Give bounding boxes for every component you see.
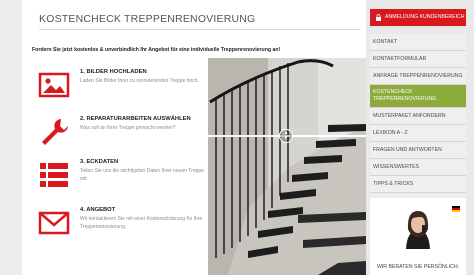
step-upload-images[interactable]: 1. BILDER HOCHLADEN Laden Sie Bilder Ihr…	[37, 68, 212, 108]
image-icon	[37, 68, 71, 102]
stair-photo-image	[208, 58, 366, 275]
step-key-data[interactable]: 3. ECKDATEN Teilen Sie uns die wichtigst…	[37, 158, 212, 198]
intro-text: Fordern Sie jetzt kostenlos & unverbindl…	[32, 47, 281, 53]
page-title: KOSTENCHECK TREPPENRENOVIERUNG	[39, 13, 256, 25]
envelope-icon	[37, 206, 71, 240]
sidebar-item-musterpaket[interactable]: MUSTERPAKET ANFORDERN	[370, 108, 466, 125]
customer-login-label: ANMELDUNG KUNDENBEREICH	[385, 14, 465, 20]
page-left-margin	[0, 0, 22, 275]
before-after-stair-photo[interactable]: ▲ ▼	[208, 58, 366, 275]
customer-login-button[interactable]: ANMELDUNG KUNDENBEREICH	[370, 9, 466, 26]
step-description: Teilen Sie uns die wichtigsten Daten Ihr…	[80, 168, 204, 182]
step-description: Was soll an Ihrer Treppe gemacht werden?	[80, 125, 176, 131]
comparison-slider-handle[interactable]: ▲ ▼	[279, 129, 293, 143]
sidebar: ANMELDUNG KUNDENBEREICH KONTAKT KONTAKTF…	[370, 0, 474, 275]
sidebar-item-tipps[interactable]: TIPPS & TRICKS	[370, 176, 466, 193]
step-description: Wir kontaktieren Sie mit einer Kostensch…	[80, 216, 203, 230]
advisor-portrait	[399, 207, 437, 249]
sidebar-item-wissenswertes[interactable]: WISSENSWERTES	[370, 159, 466, 176]
title-divider	[39, 29, 361, 30]
wrench-icon	[37, 115, 71, 149]
sidebar-menu: KONTAKT KONTAKTFORMULAR ANFRAGE TREPPENR…	[370, 34, 466, 210]
sidebar-item-kostencheck[interactable]: KOSTENCHECK TREPPENRENOVIERUNG	[370, 85, 466, 108]
sidebar-item-anfrage[interactable]: ANFRAGE TREPPENRENOVIERUNG	[370, 68, 466, 85]
step-title: 1. BILDER HOCHLADEN	[80, 69, 147, 75]
list-icon	[37, 158, 71, 192]
german-flag-icon[interactable]	[452, 206, 460, 212]
lock-icon	[376, 14, 381, 21]
step-offer[interactable]: 4. ANGEBOT Wir kontaktieren Sie mit eine…	[37, 206, 212, 246]
sidebar-item-lexikon[interactable]: LEXIKON A - Z	[370, 125, 466, 142]
sidebar-item-kontakt[interactable]: KONTAKT	[370, 34, 466, 51]
step-title: 3. ECKDATEN	[80, 159, 119, 165]
advisor-text: WIR BERATEN SIE PERSÖNLICH:	[376, 264, 460, 270]
sidebar-item-kontaktformular[interactable]: KONTAKTFORMULAR	[370, 51, 466, 68]
step-select-repairs[interactable]: 2. REPARATURARBEITEN AUSWÄHLEN Was soll …	[37, 115, 212, 155]
arrow-down-icon: ▼	[283, 135, 289, 141]
step-title: 2. REPARATURARBEITEN AUSWÄHLEN	[80, 116, 191, 122]
sidebar-item-faq[interactable]: FRAGEN UND ANTWORTEN	[370, 142, 466, 159]
step-title: 4. ANGEBOT	[80, 207, 116, 213]
step-description: Laden Sie Bilder Ihrer zu renovierenden …	[80, 78, 199, 84]
advisor-box: WIR BERATEN SIE PERSÖNLICH:	[370, 198, 466, 275]
